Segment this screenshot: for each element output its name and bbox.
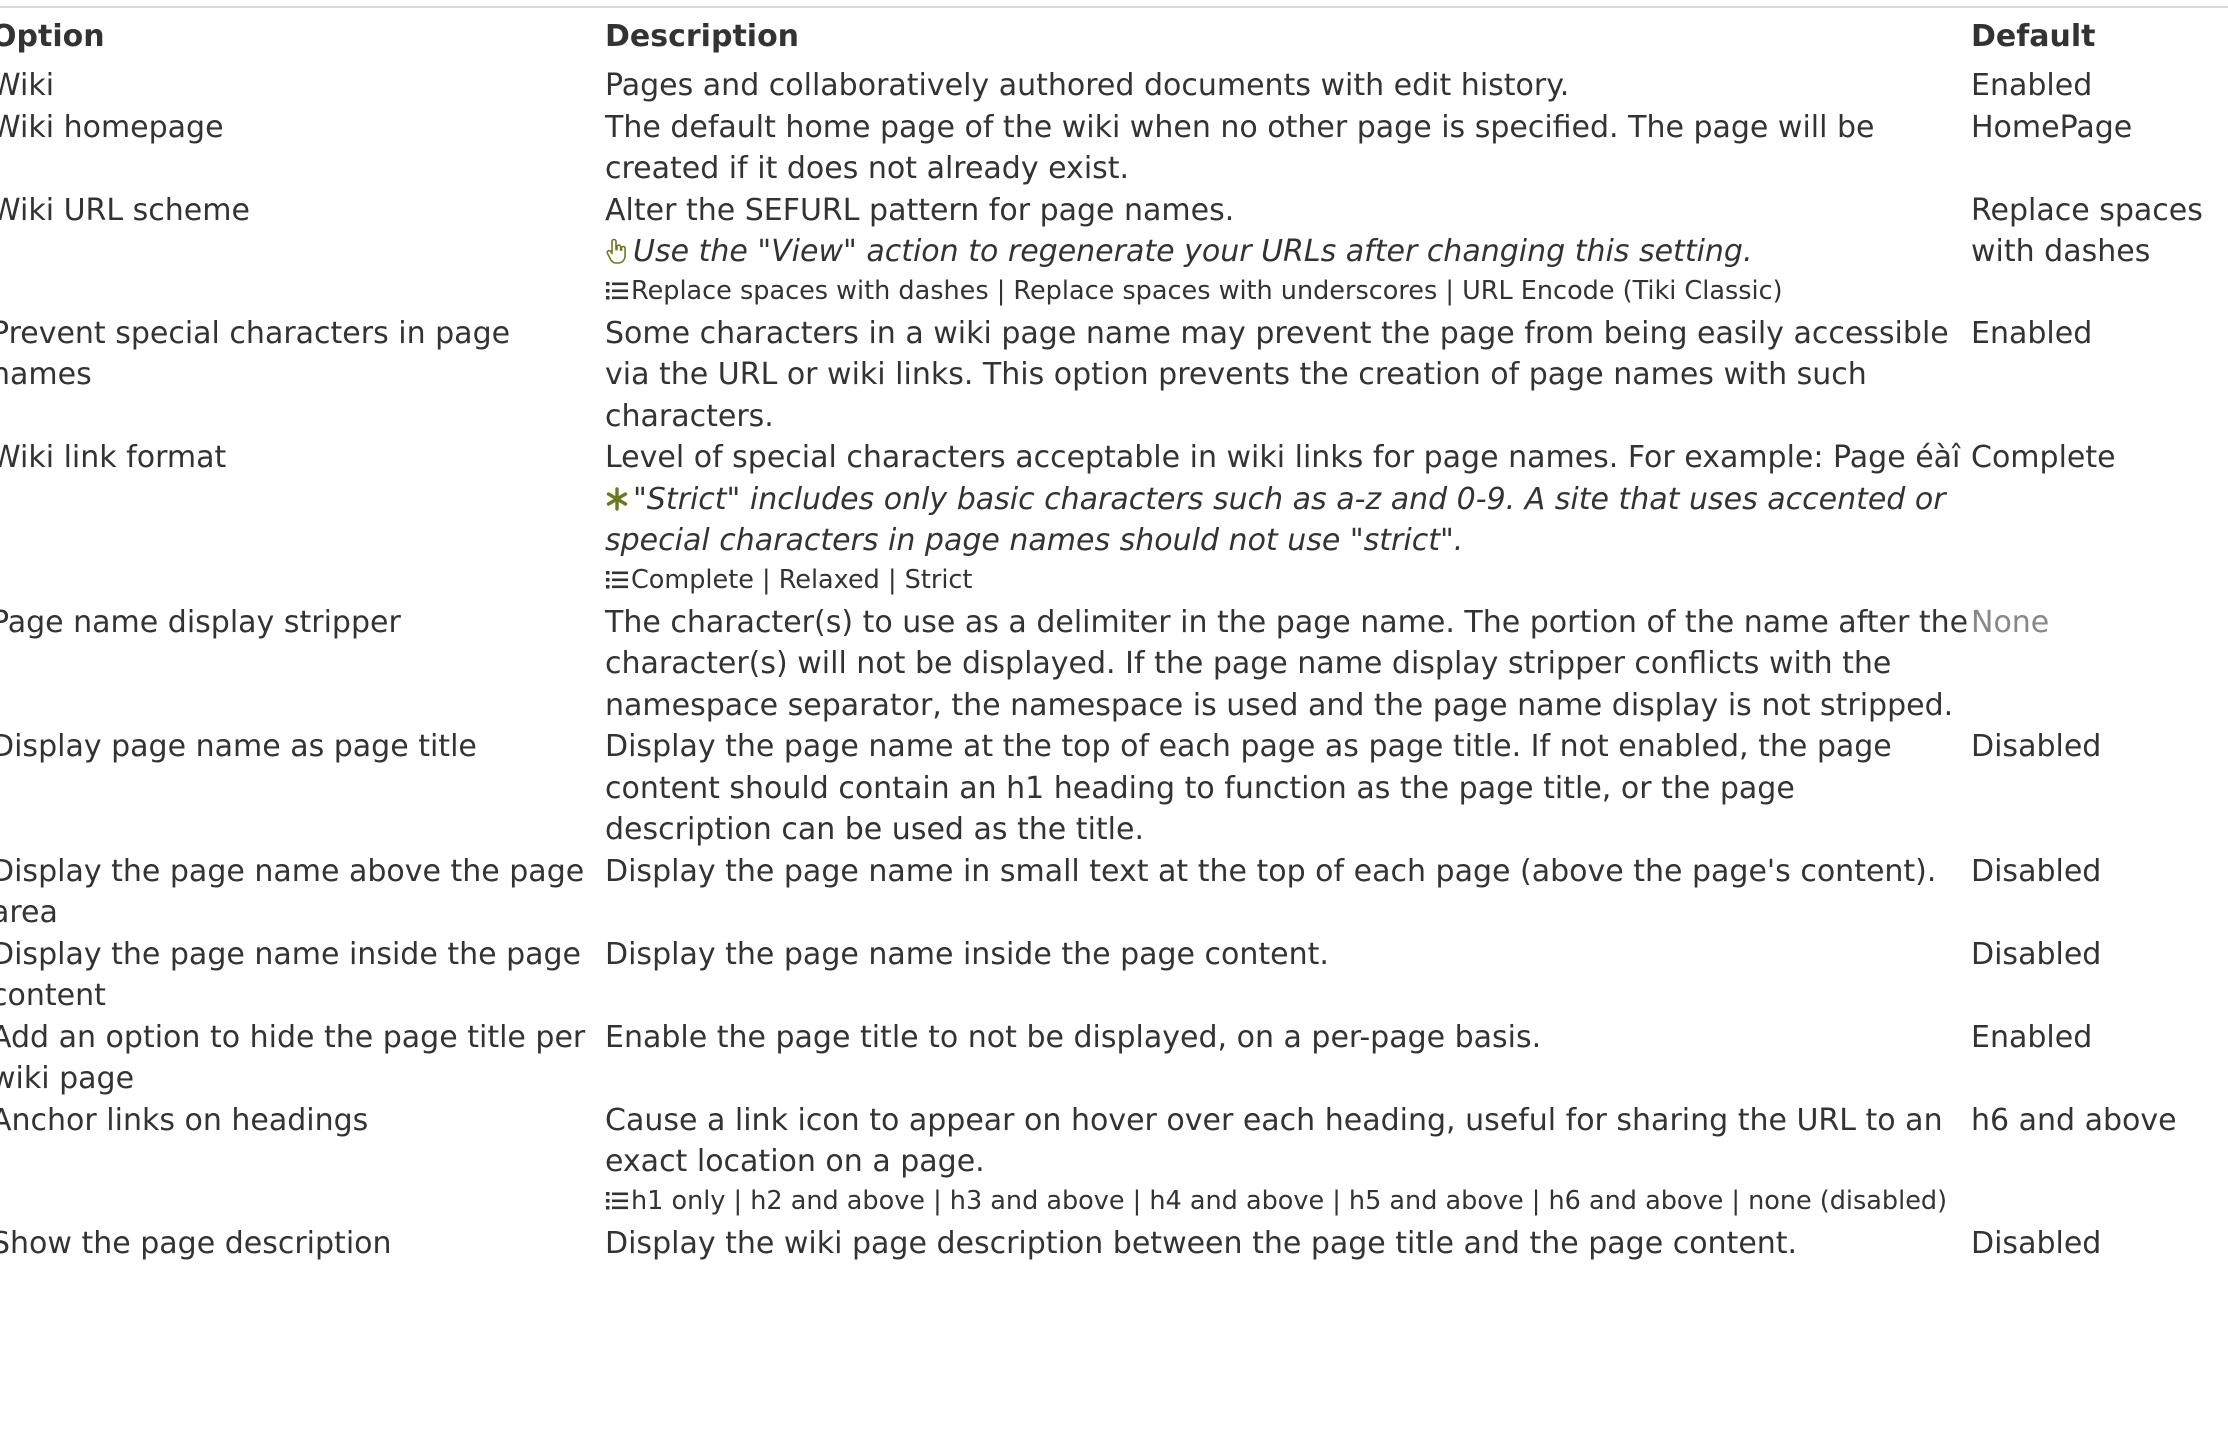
option-name: Wiki <box>0 68 55 103</box>
option-name: Add an option to hide the page title per… <box>0 1019 586 1097</box>
option-hint-text: Use the "View" action to regenerate your… <box>633 234 1753 269</box>
option-description: The character(s) to use as a delimiter i… <box>605 604 1969 723</box>
option-description: Display the page name at the top of each… <box>605 729 1892 847</box>
option-choices-text: Complete | Relaxed | Strict <box>631 564 973 595</box>
table-header-row: Option Description Default <box>0 8 2228 63</box>
option-hint-text: "Strict" includes only basic characters … <box>605 481 1946 559</box>
table-row: Display page name as page title Display t… <box>0 726 2228 851</box>
option-description-cell: Alter the SEFURL pattern for page names.… <box>605 190 1971 313</box>
option-name: Wiki URL scheme <box>0 192 250 228</box>
option-default: Enabled <box>1971 1019 2093 1055</box>
option-default: Disabled <box>1971 1225 2102 1261</box>
list-icon <box>605 276 631 313</box>
option-description-cell: The character(s) to use as a delimiter i… <box>605 602 1971 727</box>
option-choices: Replace spaces with dashes | Replace spa… <box>605 273 1971 313</box>
option-description: The default home page of the wiki when n… <box>605 109 1875 187</box>
option-description-cell: Level of special characters acceptable i… <box>605 437 1971 602</box>
option-description: Display the wiki page description betwee… <box>605 1225 1798 1261</box>
option-hint: Use the "View" action to regenerate your… <box>605 231 1971 273</box>
option-description: Display the page name in small text at t… <box>605 853 1937 889</box>
option-description-cell: Display the wiki page description betwee… <box>605 1223 1971 1265</box>
option-description-cell: Display the page name at the top of each… <box>605 726 1971 851</box>
option-name: Wiki link format <box>0 440 227 475</box>
list-icon <box>605 565 631 602</box>
table-row: Wiki link format Level of special charact… <box>0 437 2228 602</box>
option-default: Disabled <box>1971 936 2102 972</box>
table-row: Wiki Pages and collaboratively authored d… <box>0 63 2228 107</box>
table-row: Add an option to hide the page title per… <box>0 1017 2228 1100</box>
option-description: Alter the SEFURL pattern for page names. <box>605 192 1235 228</box>
table-row: Page name display stripper The character(… <box>0 602 2228 727</box>
option-choices-text: Replace spaces with dashes | Replace spa… <box>631 275 1783 306</box>
option-description-cell: Some characters in a wiki page name may … <box>605 313 1971 438</box>
hand-pointer-icon <box>605 231 633 273</box>
option-default: HomePage <box>1971 109 2133 145</box>
option-description: Some characters in a wiki page name may … <box>605 315 1949 434</box>
table-row: Wiki URL scheme Alter the SEFURL pattern … <box>0 190 2228 313</box>
column-header-description[interactable]: Description <box>605 8 1971 63</box>
option-name: Display the page name inside the page co… <box>0 936 582 1014</box>
option-name: Display the page name above the page are… <box>0 853 585 931</box>
option-description-cell: The default home page of the wiki when n… <box>605 107 1971 190</box>
option-description: Pages and collaboratively authored docum… <box>605 68 1570 103</box>
option-description-cell: Display the page name in small text at t… <box>605 851 1971 934</box>
option-name: Page name display stripper <box>0 604 401 640</box>
option-description-cell: Cause a link icon to appear on hover ove… <box>605 1100 1971 1223</box>
list-icon <box>605 1186 631 1223</box>
option-default: Disabled <box>1971 853 2102 889</box>
table-body: Wiki Pages and collaboratively authored d… <box>0 63 2228 1264</box>
option-choices: Complete | Relaxed | Strict <box>605 562 1971 602</box>
option-default: None <box>1971 604 2050 640</box>
option-choices-text: h1 only | h2 and above | h3 and above | … <box>631 1185 1948 1216</box>
option-description: Cause a link icon to appear on hover ove… <box>605 1102 1943 1180</box>
table-row: Prevent special characters in page names… <box>0 313 2228 438</box>
option-description-cell: Display the page name inside the page co… <box>605 934 1971 1017</box>
column-header-option[interactable]: Option <box>0 8 605 63</box>
option-default: Complete <box>1971 440 2116 475</box>
option-default: Disabled <box>1971 729 2102 764</box>
option-default: Replace spaces with dashes <box>1971 192 2203 270</box>
table-row: Display the page name above the page are… <box>0 851 2228 934</box>
option-description: Display the page name inside the page co… <box>605 936 1329 972</box>
option-name: Wiki homepage <box>0 109 224 145</box>
asterisk-icon <box>605 479 633 521</box>
option-description: Enable the page title to not be displaye… <box>605 1019 1542 1055</box>
option-name: Prevent special characters in page names <box>0 315 511 393</box>
option-choices: h1 only | h2 and above | h3 and above | … <box>605 1183 1971 1223</box>
column-header-default[interactable]: Default <box>1971 8 2228 63</box>
option-name: Display page name as page title <box>0 729 477 764</box>
option-name: Show the page description <box>0 1225 392 1261</box>
option-hint: "Strict" includes only basic characters … <box>605 479 1971 562</box>
option-name: Anchor links on headings <box>0 1102 369 1138</box>
table-row: Anchor links on headings Cause a link ico… <box>0 1100 2228 1223</box>
option-default: h6 and above <box>1971 1102 2177 1138</box>
preferences-table: Option Description Default Wiki Pages and… <box>0 8 2228 1264</box>
option-default: Enabled <box>1971 68 2093 103</box>
table-row: Display the page name inside the page co… <box>0 934 2228 1017</box>
table-row: Wiki homepage The default home page of th… <box>0 107 2228 190</box>
option-description-cell: Enable the page title to not be displaye… <box>605 1017 1971 1100</box>
table-row: Show the page description Display the wik… <box>0 1223 2228 1265</box>
option-description-cell: Pages and collaboratively authored docum… <box>605 63 1971 107</box>
option-description: Level of special characters acceptable i… <box>605 440 1961 475</box>
option-default: Enabled <box>1971 315 2093 351</box>
